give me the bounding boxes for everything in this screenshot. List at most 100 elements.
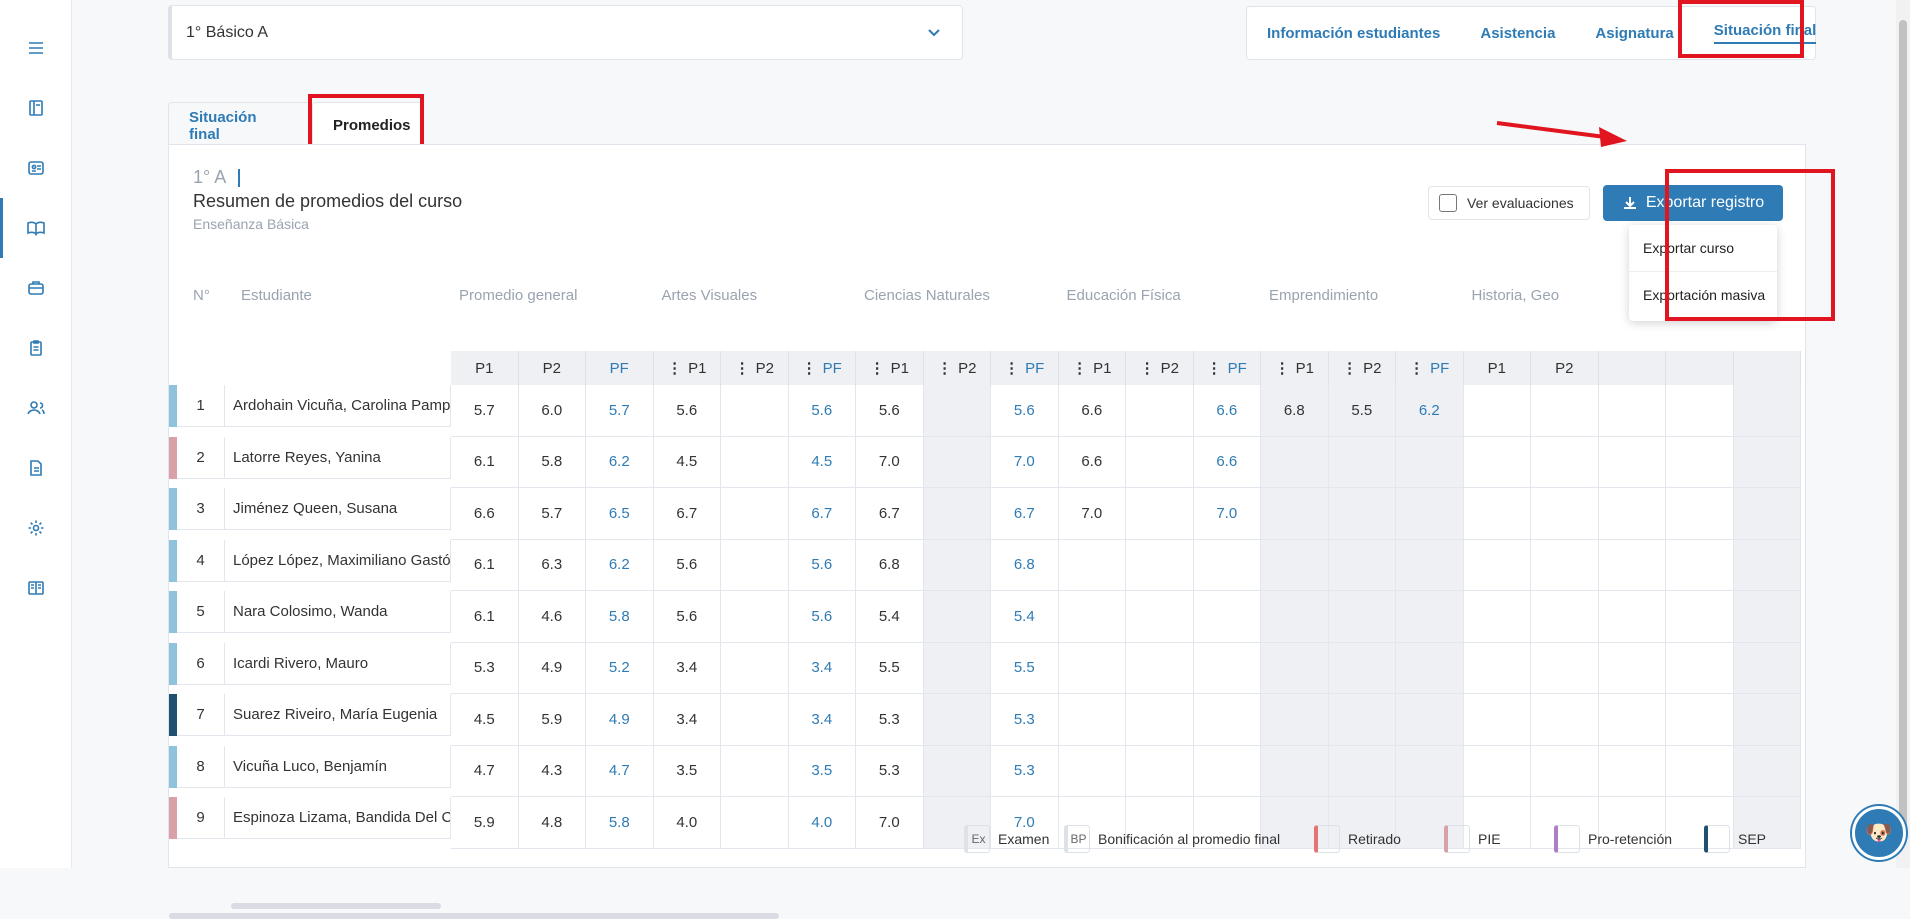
student-name[interactable]: López López, Maximiliano Gastón: [225, 539, 451, 582]
grade-cell[interactable]: 6.6: [451, 488, 519, 540]
grade-cell[interactable]: 4.5: [653, 436, 721, 488]
grade-cell[interactable]: [1126, 642, 1194, 694]
menu-icon[interactable]: [0, 28, 72, 68]
grade-cell[interactable]: 5.3: [991, 694, 1059, 746]
grade-cell[interactable]: 3.4: [653, 642, 721, 694]
grade-cell[interactable]: 6.5: [586, 488, 654, 540]
grade-cell[interactable]: [1261, 694, 1329, 746]
grade-cell[interactable]: [1261, 488, 1329, 540]
grade-cell[interactable]: [1396, 488, 1464, 540]
grade-cell[interactable]: [1463, 436, 1531, 488]
grade-cell[interactable]: 4.8: [518, 797, 586, 849]
grade-cell[interactable]: [1531, 385, 1599, 437]
grade-cell[interactable]: [721, 797, 789, 849]
grade-cell[interactable]: [1193, 745, 1261, 797]
grade-cell[interactable]: 5.6: [788, 591, 856, 643]
grade-cell[interactable]: [721, 591, 789, 643]
grade-cell[interactable]: [1598, 539, 1666, 591]
grade-cell[interactable]: [1261, 745, 1329, 797]
grade-cell[interactable]: 5.8: [586, 591, 654, 643]
grade-cell[interactable]: 4.5: [451, 694, 519, 746]
course-select[interactable]: 1° Básico A: [168, 5, 963, 60]
grade-cell[interactable]: [1058, 591, 1126, 643]
grade-cell[interactable]: [1193, 642, 1261, 694]
subcol-header[interactable]: ⋮ PF: [991, 351, 1059, 385]
grade-cell[interactable]: 4.9: [518, 642, 586, 694]
grade-cell[interactable]: 4.3: [518, 745, 586, 797]
grade-cell[interactable]: [721, 436, 789, 488]
grade-cell[interactable]: 6.8: [856, 539, 924, 591]
book-icon[interactable]: [0, 198, 72, 258]
grade-cell[interactable]: 6.8: [1261, 385, 1329, 437]
grade-cell[interactable]: 5.5: [991, 642, 1059, 694]
grade-cell[interactable]: 6.7: [653, 488, 721, 540]
grade-cell[interactable]: [1666, 642, 1734, 694]
grade-cell[interactable]: [1328, 539, 1396, 591]
grade-cell[interactable]: [1126, 436, 1194, 488]
grade-cell[interactable]: 5.3: [991, 745, 1059, 797]
grade-cell[interactable]: 6.6: [1193, 385, 1261, 437]
grade-cell[interactable]: [721, 642, 789, 694]
grade-cell[interactable]: [1666, 694, 1734, 746]
clipboard-icon[interactable]: [0, 328, 72, 368]
document-icon[interactable]: [0, 448, 72, 488]
grade-cell[interactable]: 5.6: [653, 539, 721, 591]
gear-icon[interactable]: [0, 508, 72, 548]
grade-cell[interactable]: [721, 745, 789, 797]
grade-cell[interactable]: [923, 694, 991, 746]
grade-cell[interactable]: 4.9: [586, 694, 654, 746]
grade-cell[interactable]: [1328, 642, 1396, 694]
student-name[interactable]: Espinoza Lizama, Bandida Del Carmen: [225, 797, 451, 839]
nav-asignatura[interactable]: Asignatura: [1595, 25, 1673, 42]
grade-cell[interactable]: 5.6: [991, 385, 1059, 437]
grade-cell[interactable]: 5.3: [451, 642, 519, 694]
grade-cell[interactable]: [1598, 488, 1666, 540]
grade-cell[interactable]: [1598, 436, 1666, 488]
grade-cell[interactable]: 6.6: [1058, 385, 1126, 437]
horizontal-scrollbar[interactable]: [169, 913, 779, 919]
grade-cell[interactable]: [1666, 436, 1734, 488]
grade-cell[interactable]: [1531, 488, 1599, 540]
grade-cell[interactable]: 4.0: [653, 797, 721, 849]
grade-cell[interactable]: [1598, 591, 1666, 643]
grade-cell[interactable]: [1531, 694, 1599, 746]
student-name[interactable]: Jiménez Queen, Susana: [225, 488, 451, 530]
grade-cell[interactable]: [1463, 694, 1531, 746]
grade-cell[interactable]: 6.0: [518, 385, 586, 437]
grade-cell[interactable]: [1126, 745, 1194, 797]
grade-cell[interactable]: [1126, 488, 1194, 540]
grade-cell[interactable]: [1261, 539, 1329, 591]
grade-cell[interactable]: [721, 488, 789, 540]
grade-cell[interactable]: [1666, 385, 1734, 437]
grade-cell[interactable]: 5.3: [856, 694, 924, 746]
subcol-header[interactable]: ⋮ P1: [1261, 351, 1329, 385]
grade-cell[interactable]: [1733, 745, 1801, 797]
grade-cell[interactable]: [1193, 539, 1261, 591]
ver-evaluaciones-toggle[interactable]: Ver evaluaciones: [1428, 186, 1590, 220]
grade-cell[interactable]: [1058, 539, 1126, 591]
avatar[interactable]: 🐶: [1852, 806, 1906, 860]
subcol-header[interactable]: ⋮ P1: [1058, 351, 1126, 385]
grade-cell[interactable]: [1328, 694, 1396, 746]
grade-cell[interactable]: [1463, 488, 1531, 540]
grade-cell[interactable]: [1126, 539, 1194, 591]
student-name[interactable]: Vicuña Luco, Benjamín: [225, 745, 451, 788]
grade-cell[interactable]: [1328, 436, 1396, 488]
grade-cell[interactable]: [1463, 385, 1531, 437]
grade-cell[interactable]: [1733, 642, 1801, 694]
users-icon[interactable]: [0, 388, 72, 428]
grade-cell[interactable]: 5.9: [451, 797, 519, 849]
grade-cell[interactable]: 5.5: [1328, 385, 1396, 437]
grade-cell[interactable]: [1463, 591, 1531, 643]
grade-cell[interactable]: 7.0: [1193, 488, 1261, 540]
grade-cell[interactable]: 5.6: [788, 539, 856, 591]
grade-cell[interactable]: 5.9: [518, 694, 586, 746]
grade-cell[interactable]: 6.8: [991, 539, 1059, 591]
grade-cell[interactable]: [923, 385, 991, 437]
export-course-option[interactable]: Exportar curso: [1629, 225, 1777, 271]
grade-cell[interactable]: [1126, 385, 1194, 437]
subcol-header[interactable]: ⋮ PF: [1193, 351, 1261, 385]
grade-cell[interactable]: 5.7: [586, 385, 654, 437]
name-scrollbar[interactable]: [231, 903, 441, 909]
grade-cell[interactable]: [1328, 488, 1396, 540]
